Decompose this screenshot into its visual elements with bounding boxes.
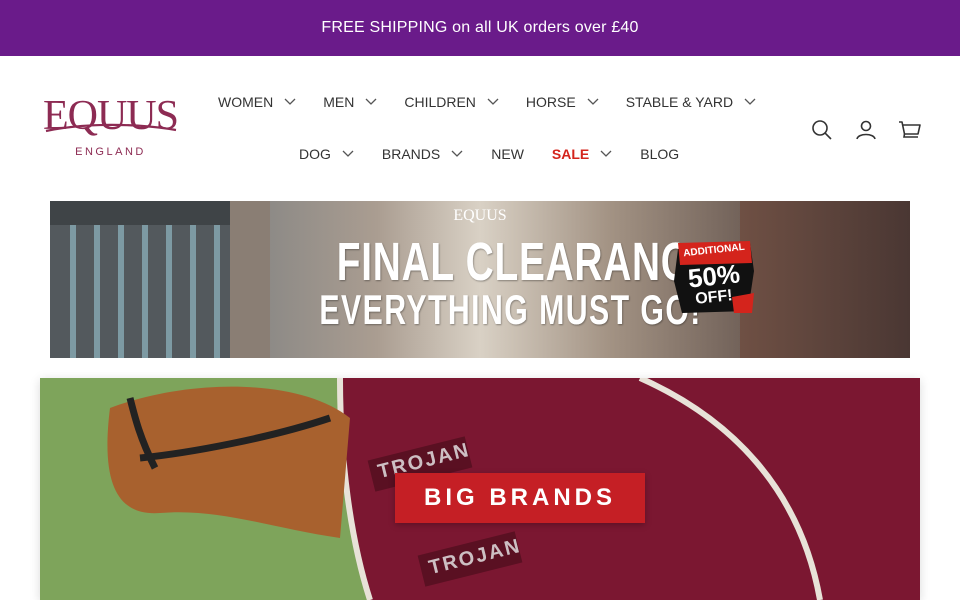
logo-swoosh-icon [45,123,177,133]
nav-label: SALE [551,146,590,162]
nav-label: DOG [299,146,331,162]
clearance-banner[interactable]: EQUUS FINAL CLEARANCE EVERYTHING MUST GO… [50,201,910,358]
search-icon[interactable] [810,118,834,142]
site-header: EQUUS ENGLAND WOMEN MEN CHILDREN HORSE S… [0,56,960,201]
header-icons [790,118,922,142]
nav-item-blog[interactable]: BLOG [640,146,679,162]
big-brands-banner[interactable]: TROJAN TROJAN BIG BRANDS [40,378,920,600]
stable-bars-graphic [50,201,270,358]
nav-label: HORSE [525,94,576,110]
chevron-down-icon [365,98,377,105]
nav-item-dog[interactable]: DOG [299,146,354,162]
nav-item-brands[interactable]: BRANDS [382,146,463,162]
nav-label: WOMEN [218,94,274,110]
nav-label: MEN [323,94,355,110]
chevron-down-icon [284,98,296,105]
logo-subtitle: ENGLAND [75,146,146,158]
banner-subline: EVERYTHING MUST GO! [319,286,702,333]
chevron-down-icon [487,98,499,105]
nav-item-horse[interactable]: HORSE [526,94,599,110]
account-icon[interactable] [854,118,878,142]
stable-door-graphic [740,201,910,358]
nav-label: STABLE & YARD [625,94,734,110]
chevron-down-icon [600,150,612,157]
nav-item-sale[interactable]: SALE [552,146,612,162]
chevron-down-icon [342,150,354,157]
banner-headline: FINAL CLEARANCE [336,232,717,292]
discount-badge: ADDITIONAL 50% OFF! [672,241,756,315]
nav-item-women[interactable]: WOMEN [218,94,296,110]
nav-item-men[interactable]: MEN [323,94,377,110]
banner-logo: EQUUS [453,207,507,224]
brand-logo[interactable]: EQUUS ENGLAND [38,94,183,164]
nav-label: NEW [491,146,524,162]
announcement-text: FREE SHIPPING on all UK orders over £40 [321,19,639,36]
chevron-down-icon [451,150,463,157]
primary-nav-row-2: DOG BRANDS NEW SALE BLOG [299,146,707,162]
nav-item-stable-yard[interactable]: STABLE & YARD [626,94,756,110]
nav-label: BLOG [640,146,680,162]
primary-nav-row-1: WOMEN MEN CHILDREN HORSE STABLE & YARD [218,94,783,110]
nav-item-children[interactable]: CHILDREN [404,94,499,110]
cart-icon[interactable] [898,118,922,142]
nav-label: CHILDREN [404,94,476,110]
chevron-down-icon [587,98,599,105]
nav-label: BRANDS [381,146,441,162]
big-brands-button[interactable]: BIG BRANDS [395,473,645,523]
announcement-bar: FREE SHIPPING on all UK orders over £40 [0,0,960,56]
chevron-down-icon [744,98,756,105]
nav-item-new[interactable]: NEW [491,146,524,162]
